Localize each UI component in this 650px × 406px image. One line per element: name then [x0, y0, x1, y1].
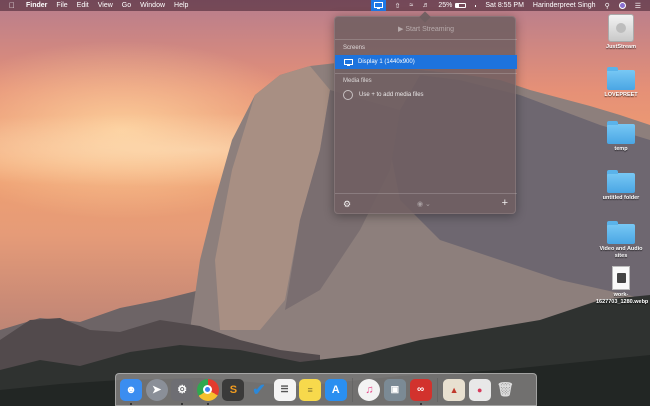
volume-icon[interactable]: ♬	[422, 2, 429, 9]
menu-bar:  Finder File Edit View Go Window Help ⇧…	[0, 0, 650, 11]
desktop-icon-label: LOVEPREET	[604, 92, 638, 98]
trash-icon[interactable]: 🗑	[494, 379, 516, 401]
media-hint: Use + to add media files	[359, 92, 424, 98]
monitor-icon	[373, 2, 383, 9]
start-streaming-label: Start Streaming	[405, 26, 454, 33]
monitor-icon	[344, 58, 353, 66]
apple-menu-icon[interactable]: 	[8, 1, 16, 10]
running-indicator	[181, 402, 184, 405]
menu-help[interactable]: Help	[174, 2, 188, 9]
folder-icon	[607, 170, 635, 193]
notes-icon[interactable]: ≡	[299, 378, 322, 401]
desktop-icon-temp[interactable]: temp	[596, 121, 646, 153]
dock-separator	[352, 377, 354, 402]
status-area: ⇧ ≈ ♬ 25% Sat 8:55 PM Harinderpreet Sing…	[370, 0, 650, 11]
popover-footer: ⚙ ◉ ⌄ +	[335, 197, 517, 213]
desktop-wallpaper	[0, 0, 650, 406]
menu-window[interactable]: Window	[140, 2, 165, 9]
folder-icon	[607, 221, 635, 244]
running-indicator	[206, 402, 209, 405]
battery-status[interactable]: 25%	[438, 2, 467, 9]
document-viewer-icon[interactable]: ▲	[443, 378, 466, 401]
clock[interactable]: Sat 8:55 PM	[485, 2, 524, 9]
display-item[interactable]: Display 1 (1440x900)	[335, 55, 517, 69]
drive-icon	[608, 14, 634, 42]
spotlight-icon[interactable]: ⚲	[605, 2, 610, 10]
notification-center-icon[interactable]: ☰	[635, 2, 641, 10]
juststream-status-item[interactable]	[370, 0, 386, 11]
juststream-popover: ▶ Start Streaming Screens Display 1 (144…	[334, 11, 517, 214]
radio-circle-icon[interactable]	[343, 90, 353, 100]
wunderlist-icon[interactable]: ✔	[248, 379, 270, 401]
wifi-icon[interactable]: ≈	[410, 2, 414, 9]
media-files-header: Media files	[343, 78, 372, 84]
photo-browser-icon[interactable]: ▣	[383, 378, 406, 401]
battery-icon	[455, 3, 467, 8]
upload-icon[interactable]: ⇧	[395, 2, 401, 10]
desktop-icon-label: Video and Audio sites	[599, 246, 643, 259]
creative-cloud-icon[interactable]: ∞	[409, 378, 432, 405]
menu-app-name[interactable]: Finder	[26, 2, 47, 9]
screen-recorder-icon[interactable]: ●	[468, 378, 491, 401]
desktop-icon-label: untitled folder	[602, 195, 640, 201]
dock: ☻ ➤ ⚙ S ✔ ☰ ≡ A ♫ ▣ ∞ ▲ ● 🗑	[115, 373, 537, 406]
media-hint-row: Use + to add media files	[343, 90, 424, 100]
running-indicator	[419, 402, 422, 405]
document-icon	[612, 266, 630, 290]
chrome-icon[interactable]	[196, 378, 219, 405]
desktop-icon-lovepreet[interactable]: LOVEPREET	[596, 67, 646, 99]
folder-icon	[607, 121, 635, 144]
divider	[335, 73, 517, 74]
airplay-dropdown-icon[interactable]: ◉ ⌄	[417, 200, 431, 208]
finder-icon[interactable]: ☻	[120, 378, 142, 405]
itunes-icon[interactable]: ♫	[358, 378, 381, 401]
menu-file[interactable]: File	[56, 2, 67, 9]
mountain-scenery	[0, 62, 650, 406]
desktop-icon-video-audio-sites[interactable]: Video and Audio sites	[596, 221, 646, 260]
menu-view[interactable]: View	[98, 2, 113, 9]
gear-icon[interactable]: ⚙	[343, 199, 351, 210]
system-preferences-icon[interactable]: ⚙	[171, 378, 194, 405]
siri-icon[interactable]	[618, 2, 626, 9]
battery-percent: 25%	[438, 2, 453, 9]
desktop-icon-work-webp[interactable]: work-1627703_1280.webp	[596, 266, 649, 306]
dock-separator	[437, 377, 439, 402]
menu-edit[interactable]: Edit	[77, 2, 89, 9]
running-indicator	[130, 402, 132, 405]
user-name[interactable]: Harinderpreet Singh	[533, 2, 596, 9]
folder-icon	[607, 67, 635, 90]
battery-tip	[475, 4, 477, 7]
desktop-icon-label: work-1627703_1280.webp	[596, 292, 649, 305]
desktop-icon-untitled-folder[interactable]: untitled folder	[596, 170, 646, 202]
desktop-icon-label: JustStream	[606, 44, 636, 50]
divider	[335, 39, 517, 40]
screens-header: Screens	[343, 45, 366, 51]
app-store-icon[interactable]: A	[324, 378, 347, 401]
sublime-text-icon[interactable]: S	[222, 378, 245, 401]
start-streaming-button[interactable]: ▶ Start Streaming	[335, 25, 517, 33]
divider	[335, 193, 517, 194]
reminders-icon[interactable]: ☰	[273, 378, 296, 401]
desktop-icon-label: temp	[614, 146, 628, 152]
launchpad-icon[interactable]: ➤	[145, 378, 168, 401]
display-item-label: Display 1 (1440x900)	[358, 59, 415, 65]
add-media-button[interactable]: +	[502, 197, 508, 209]
menu-go[interactable]: Go	[122, 2, 131, 9]
desktop-icon-juststream[interactable]: JustStream	[596, 14, 646, 51]
